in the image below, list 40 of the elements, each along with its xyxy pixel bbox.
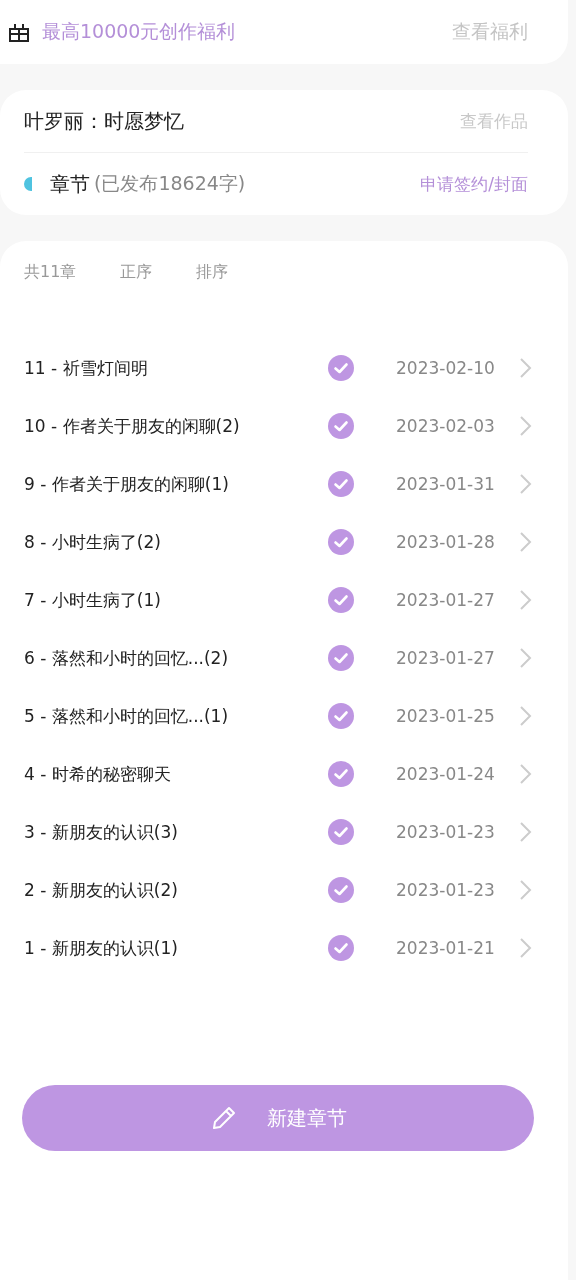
chapter-title[interactable]: 7 - 小时生病了(1) <box>24 588 328 612</box>
chevron-right-icon[interactable] <box>518 763 532 785</box>
chapter-date: 2023-01-23 <box>396 880 496 900</box>
chapter-date: 2023-02-10 <box>396 358 496 378</box>
chapters-label: 章节 <box>50 170 90 198</box>
chapter-date: 2023-01-27 <box>396 648 496 668</box>
chapter-date: 2023-01-23 <box>396 822 496 842</box>
chapter-title[interactable]: 3 - 新朋友的认识(3) <box>24 820 328 844</box>
published-count: (已发布18624字) <box>94 171 246 196</box>
chapter-total: 共11章 <box>24 261 77 283</box>
chapter-date: 2023-01-25 <box>396 706 496 726</box>
chapter-title[interactable]: 4 - 时希的秘密聊天 <box>24 762 328 786</box>
chevron-right-icon[interactable] <box>518 647 532 669</box>
chapter-title[interactable]: 9 - 作者关于朋友的闲聊(1) <box>24 472 328 496</box>
chapter-title[interactable]: 5 - 落然和小时的回忆...(1) <box>24 704 328 728</box>
benefit-text: 最高10000元创作福利 <box>42 19 236 44</box>
chapter-date: 2023-01-28 <box>396 532 496 552</box>
chevron-right-icon[interactable] <box>518 415 532 437</box>
chapter-title[interactable]: 8 - 小时生病了(2) <box>24 530 328 554</box>
chapter-title[interactable]: 1 - 新朋友的认识(1) <box>24 936 328 960</box>
chevron-right-icon[interactable] <box>518 473 532 495</box>
marker-icon <box>24 177 32 191</box>
chevron-right-icon[interactable] <box>518 589 532 611</box>
chapter-title[interactable]: 2 - 新朋友的认识(2) <box>24 878 328 902</box>
chevron-right-icon[interactable] <box>518 879 532 901</box>
gift-icon <box>8 21 30 43</box>
chapter-title[interactable]: 6 - 落然和小时的回忆...(2) <box>24 646 328 670</box>
chapter-date: 2023-01-21 <box>396 938 496 958</box>
chapter-title[interactable]: 11 - 祈雪灯间明 <box>24 356 328 380</box>
chevron-right-icon[interactable] <box>518 821 532 843</box>
chapter-date: 2023-01-27 <box>396 590 496 610</box>
chevron-right-icon[interactable] <box>518 705 532 727</box>
work-title: 叶罗丽：时愿梦忆 <box>24 107 184 135</box>
chapter-date: 2023-02-03 <box>396 416 496 436</box>
chevron-right-icon[interactable] <box>518 357 532 379</box>
chapter-date: 2023-01-24 <box>396 764 496 784</box>
chapter-date: 2023-01-31 <box>396 474 496 494</box>
chevron-right-icon[interactable] <box>518 937 532 959</box>
chevron-right-icon[interactable] <box>518 531 532 553</box>
chapter-title[interactable]: 10 - 作者关于朋友的闲聊(2) <box>24 414 328 438</box>
